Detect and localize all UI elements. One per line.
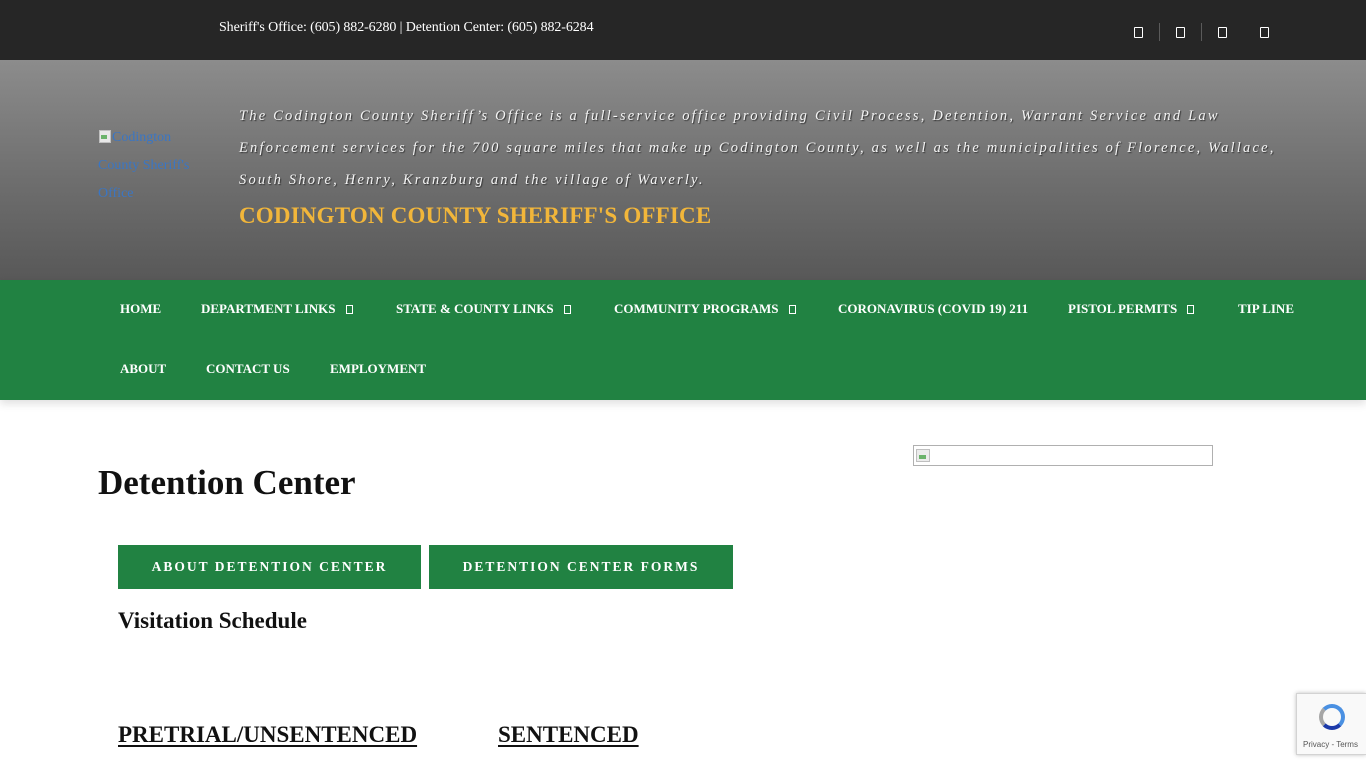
top-bar: Sheriff's Office: (605) 882-6280 | Deten… bbox=[0, 0, 1366, 60]
nav-item-state-county-links[interactable]: STATE & COUNTY LINKS bbox=[396, 299, 571, 319]
nav-item-about[interactable]: ABOUT bbox=[120, 359, 166, 379]
social-icon-1[interactable] bbox=[1118, 22, 1159, 42]
site-tagline: The Codington County Sheriff’s Office is… bbox=[239, 108, 1276, 188]
nav-item-pistol-permits[interactable]: PISTOL PERMITS bbox=[1068, 299, 1195, 319]
about-detention-center-button[interactable]: ABOUT DETENTION CENTER bbox=[118, 545, 421, 589]
broken-image-icon bbox=[916, 449, 932, 463]
recaptcha-icon bbox=[1319, 704, 1345, 730]
nav-item-employment[interactable]: EMPLOYMENT bbox=[330, 359, 426, 379]
nav-item-department-links[interactable]: DEPARTMENT LINKS bbox=[201, 299, 353, 319]
social-icon-2[interactable] bbox=[1160, 22, 1201, 42]
main-navigation: HOME DEPARTMENT LINKS STATE & COUNTY LIN… bbox=[0, 280, 1366, 400]
nav-item-tip-line[interactable]: TIP LINE bbox=[1238, 299, 1294, 319]
social-glyph-icon bbox=[1260, 26, 1269, 38]
recaptcha-links[interactable]: Privacy - Terms bbox=[1303, 740, 1358, 749]
site-header: Codington County Sheriff's Office The Co… bbox=[0, 60, 1366, 280]
chevron-down-icon bbox=[345, 305, 353, 314]
recaptcha-badge[interactable]: Privacy - Terms bbox=[1296, 693, 1366, 755]
visitation-schedule-heading: Visitation Schedule bbox=[118, 608, 307, 633]
broken-image-icon bbox=[98, 129, 112, 143]
nav-item-coronavirus[interactable]: CORONAVIRUS (COVID 19) 211 bbox=[838, 299, 1028, 319]
chevron-down-icon bbox=[563, 305, 571, 314]
site-name[interactable]: CODINGTON COUNTY SHERIFF'S OFFICE bbox=[239, 203, 711, 229]
social-glyph-icon bbox=[1176, 26, 1185, 38]
site-logo[interactable]: Codington County Sheriff's Office bbox=[98, 124, 198, 208]
chevron-down-icon bbox=[788, 305, 796, 314]
social-glyph-icon bbox=[1134, 26, 1143, 38]
detention-center-forms-button[interactable]: DETENTION CENTER FORMS bbox=[429, 545, 733, 589]
social-glyph-icon bbox=[1218, 26, 1227, 38]
nav-item-contact-us[interactable]: CONTACT US bbox=[206, 359, 290, 379]
chevron-down-icon bbox=[1187, 305, 1195, 314]
sidebar-image[interactable] bbox=[913, 445, 1213, 466]
social-icon-4[interactable] bbox=[1244, 22, 1285, 42]
pretrial-unsentenced-heading: PRETRIAL/UNSENTENCED bbox=[118, 722, 418, 747]
social-links bbox=[1118, 22, 1285, 42]
social-icon-3[interactable] bbox=[1202, 22, 1243, 42]
contact-phones: Sheriff's Office: (605) 882-6280 | Deten… bbox=[219, 20, 594, 35]
page-title: Detention Center bbox=[98, 463, 356, 502]
sentenced-heading: SENTENCED bbox=[498, 722, 639, 747]
nav-item-community-programs[interactable]: COMMUNITY PROGRAMS bbox=[614, 299, 796, 319]
nav-item-home[interactable]: HOME bbox=[120, 299, 161, 319]
